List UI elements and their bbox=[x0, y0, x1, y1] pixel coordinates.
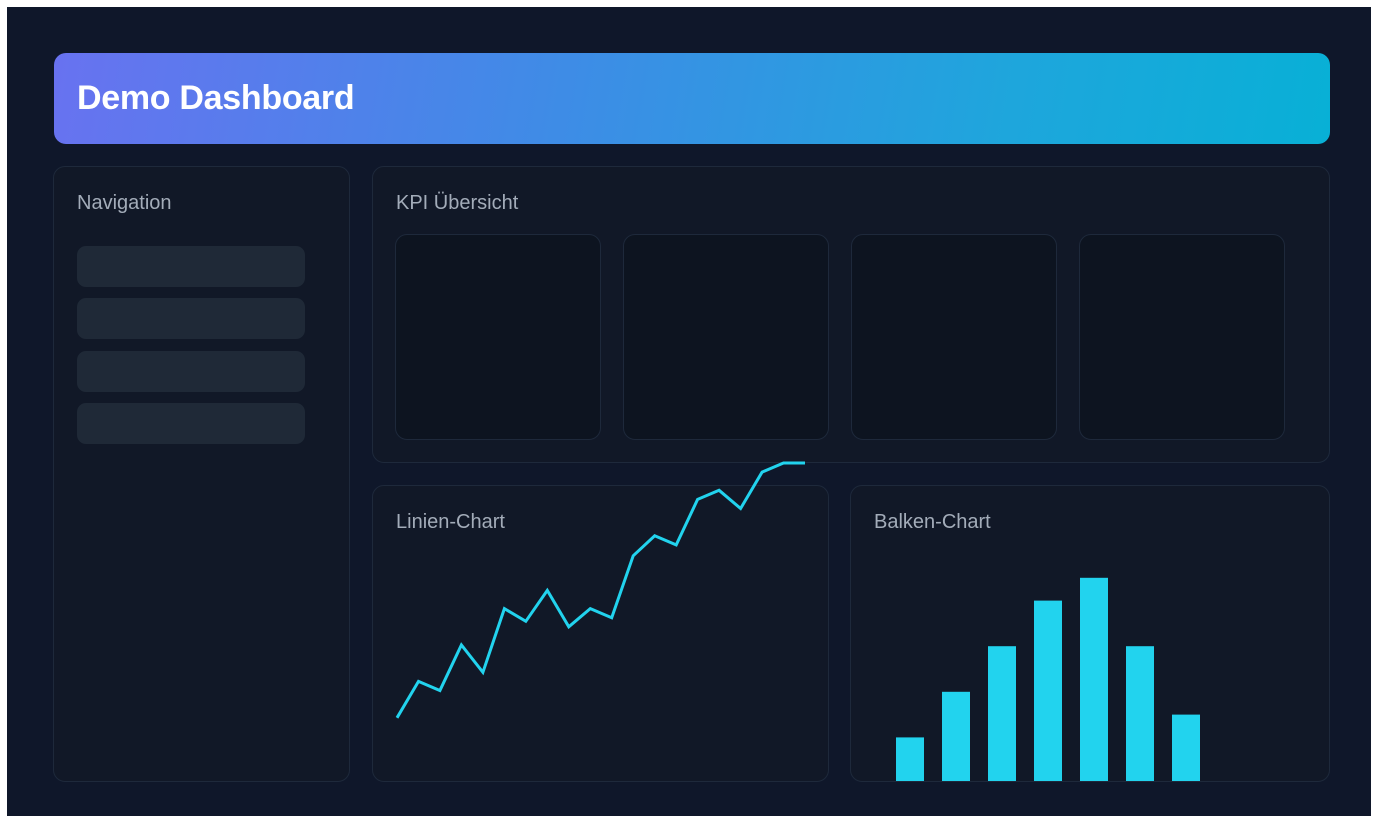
bar-1 bbox=[896, 737, 924, 781]
kpi-card-1 bbox=[395, 234, 601, 440]
kpi-card-4 bbox=[1079, 234, 1285, 440]
bar-5 bbox=[1080, 577, 1108, 781]
kpi-card-3 bbox=[851, 234, 1057, 440]
navigation-title: Navigation bbox=[77, 192, 172, 214]
bar-2 bbox=[942, 691, 970, 781]
line-chart-panel: Linien-Chart bbox=[372, 461, 829, 782]
bar-7 bbox=[1172, 714, 1200, 781]
kpi-card-2 bbox=[623, 234, 829, 440]
dashboard-header: Demo Dashboard bbox=[54, 53, 1330, 144]
line-series bbox=[395, 461, 805, 719]
bar-chart bbox=[896, 577, 1200, 781]
page-title: Demo Dashboard bbox=[77, 79, 355, 117]
navigation-panel: Navigation bbox=[53, 166, 350, 782]
nav-item-1[interactable] bbox=[77, 246, 305, 287]
kpi-overview-title: KPI Übersicht bbox=[396, 192, 519, 214]
bar-4 bbox=[1034, 600, 1062, 781]
nav-item-3[interactable] bbox=[77, 351, 305, 392]
line-chart-title: Linien-Chart bbox=[396, 511, 505, 533]
kpi-overview-panel: KPI Übersicht bbox=[372, 166, 1330, 463]
bar-chart-panel: Balken-Chart bbox=[850, 485, 1330, 782]
nav-item-2[interactable] bbox=[77, 298, 305, 339]
nav-item-4[interactable] bbox=[77, 403, 305, 444]
bar-6 bbox=[1126, 646, 1154, 781]
bar-3 bbox=[988, 646, 1016, 781]
dashboard-canvas: Demo Dashboard Navigation KPI Übersicht … bbox=[7, 7, 1371, 816]
